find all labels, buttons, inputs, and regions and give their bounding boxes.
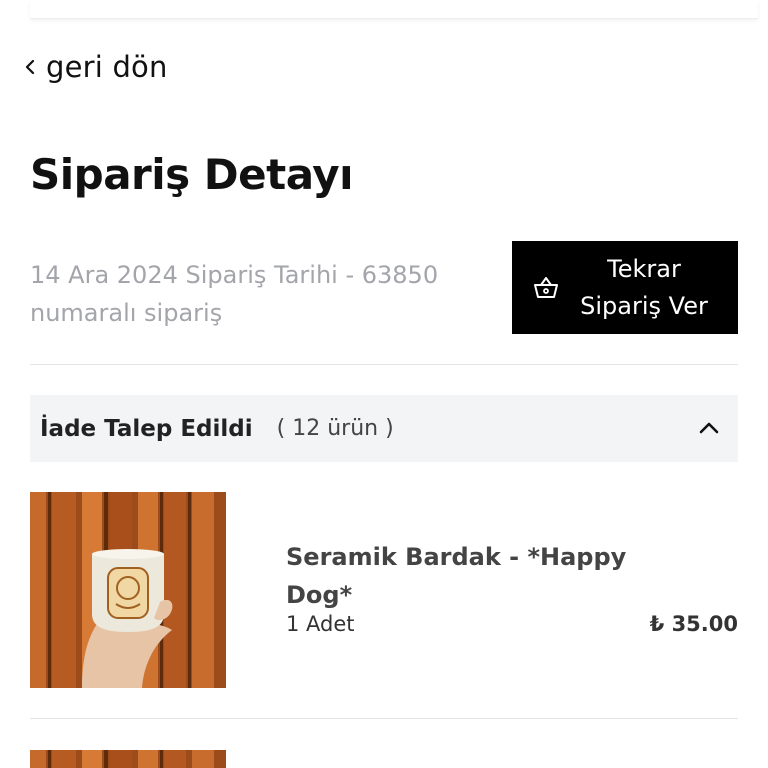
chevron-up-icon[interactable] bbox=[698, 417, 720, 439]
order-group-header[interactable]: İade Talep Edildi ( 12 ürün ) bbox=[30, 395, 738, 462]
group-status: İade Talep Edildi bbox=[40, 415, 253, 442]
order-number-suffix: numaralı sipariş bbox=[30, 299, 223, 327]
product-quantity: 1 Adet bbox=[286, 612, 355, 636]
divider bbox=[30, 718, 738, 719]
back-link-label: geri dön bbox=[46, 50, 168, 84]
product-photo bbox=[30, 750, 226, 768]
divider bbox=[30, 364, 738, 365]
top-bar bbox=[30, 0, 758, 19]
back-link[interactable]: geri dön bbox=[22, 50, 168, 84]
basket-icon bbox=[534, 276, 558, 298]
product-image[interactable] bbox=[30, 492, 226, 688]
group-item-count: ( 12 ürün ) bbox=[276, 416, 394, 441]
reorder-button[interactable]: Tekrar Sipariş Ver bbox=[512, 241, 738, 334]
product-price: ₺ 35.00 bbox=[649, 612, 738, 636]
page-title: Sipariş Detayı bbox=[30, 150, 354, 199]
product-name[interactable]: Seramik Bardak - *Happy Dog* bbox=[286, 538, 666, 614]
product-image[interactable] bbox=[30, 750, 226, 768]
chevron-left-icon bbox=[25, 59, 35, 75]
order-date-number: 14 Ara 2024 Sipariş Tarihi - 63850 bbox=[30, 261, 439, 289]
order-meta: 14 Ara 2024 Sipariş Tarihi - 63850 numar… bbox=[30, 256, 490, 332]
reorder-button-label: Tekrar Sipariş Ver bbox=[580, 254, 708, 320]
product-photo bbox=[30, 492, 226, 688]
